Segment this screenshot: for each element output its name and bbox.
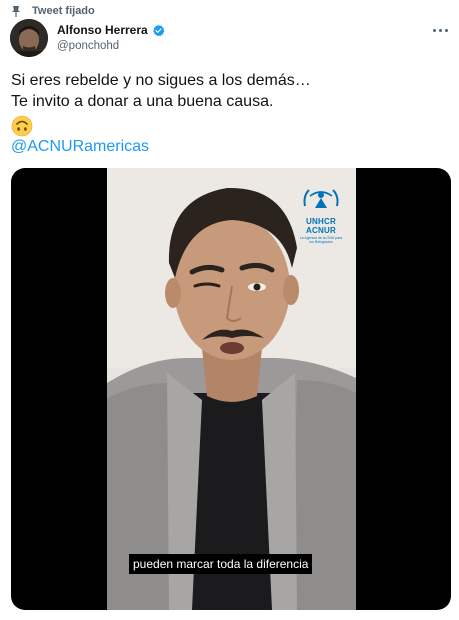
author-handle[interactable]: @ponchohd (57, 40, 165, 52)
pinned-indicator: Tweet fijado (10, 4, 95, 18)
more-options-dot (438, 28, 442, 32)
unhcr-emblem-icon (303, 189, 339, 208)
tweet-line: Te invito a donar a una buena causa. (11, 93, 274, 110)
more-options-icon (432, 28, 436, 32)
verified-badge-icon (152, 24, 165, 36)
unhcr-text: UNHCR (306, 217, 336, 226)
more-options-button[interactable] (429, 22, 451, 38)
pinned-label: Tweet fijado (32, 5, 95, 17)
upside-down-face-icon (11, 115, 33, 137)
more-options-dot (444, 28, 448, 32)
avatar[interactable] (10, 19, 48, 57)
author-name[interactable]: Alfonso Herrera (57, 23, 148, 37)
unhcr-tagline: La Agencia de la ONU para los Refugiados (299, 236, 343, 244)
mention-link[interactable]: @ACNURamericas (11, 138, 149, 156)
author-block: Alfonso Herrera @ponchohd (57, 22, 165, 52)
tweet-text: Si eres rebelde y no sigues a los demás…… (11, 70, 451, 112)
video-subtitle: pueden marcar toda la diferencia (129, 554, 313, 574)
tweet-line: Si eres rebelde y no sigues a los demás… (11, 72, 311, 89)
video-media[interactable]: UNHCR ACNUR La Agencia de la ONU para lo… (11, 168, 451, 610)
pin-icon (12, 6, 20, 17)
unhcr-logo: UNHCR ACNUR La Agencia de la ONU para lo… (299, 186, 343, 248)
acnur-text: ACNUR (306, 226, 336, 235)
